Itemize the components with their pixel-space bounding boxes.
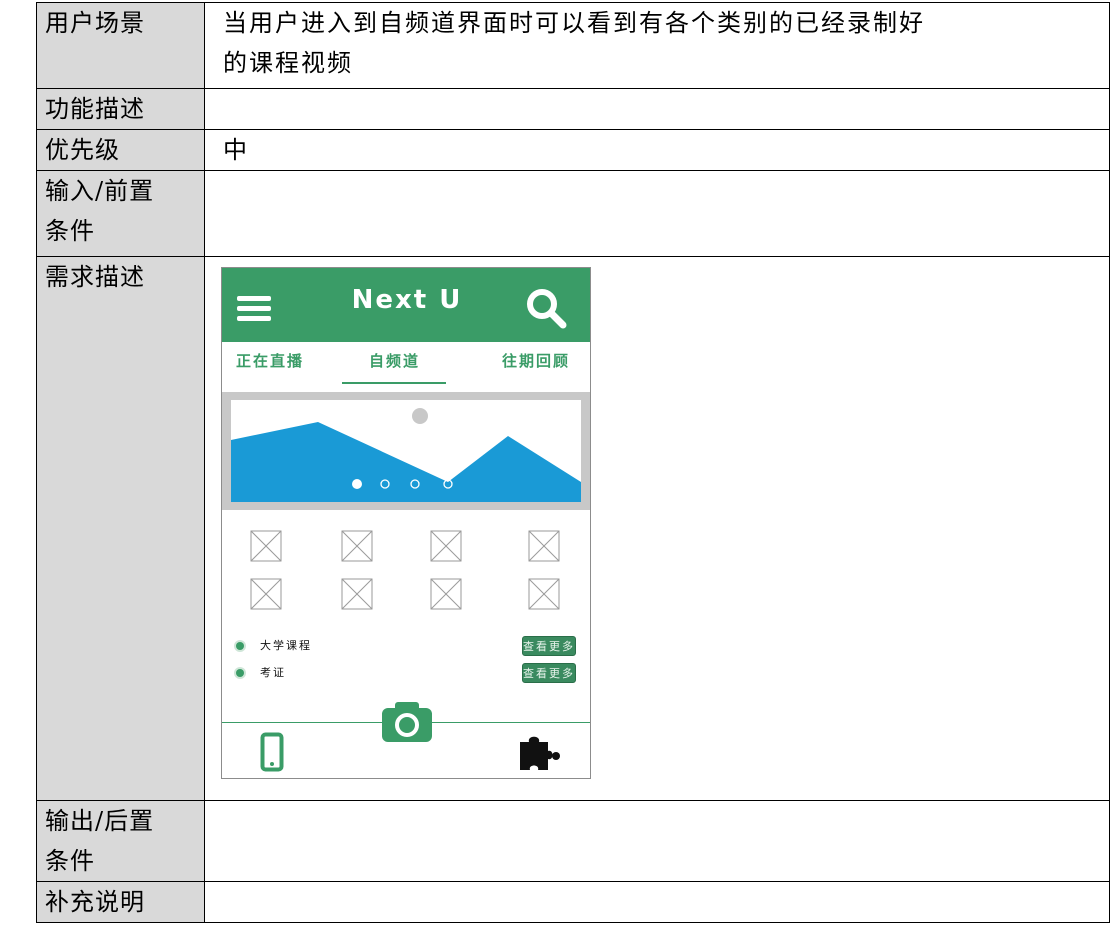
label-priority: 优先级 [36, 129, 205, 171]
label-function-desc: 功能描述 [36, 88, 205, 130]
image-placeholder-icon[interactable] [430, 578, 462, 610]
category-row-certificate: 考证 查看更多 [236, 663, 576, 685]
value-output-postcondition [204, 800, 1110, 882]
view-more-button[interactable]: 查看更多 [522, 663, 576, 683]
tab-self-channel[interactable]: 自频道 [369, 350, 420, 372]
value-notes [204, 881, 1110, 923]
tab-past-review[interactable]: 往期回顾 [502, 350, 570, 372]
image-placeholder-icon[interactable] [341, 530, 373, 562]
row-notes: 补充说明 [36, 881, 1110, 923]
carousel-dot-1[interactable] [352, 479, 362, 489]
category-label: 考证 [260, 666, 286, 679]
row-function-desc: 功能描述 [36, 88, 1110, 130]
banner-image [231, 400, 581, 502]
image-placeholder-icon[interactable] [430, 530, 462, 562]
value-user-scenario-line-2: 的课程视频 [223, 49, 353, 77]
category-row-university: 大学课程 查看更多 [236, 636, 576, 658]
label-input-precondition-line-1: 输入/前置 [45, 177, 155, 205]
value-input-precondition [204, 170, 1110, 257]
label-notes: 补充说明 [36, 881, 205, 923]
puzzle-icon[interactable] [516, 730, 562, 772]
row-output-postcondition: 输出/后置 条件 [36, 800, 1110, 882]
row-priority: 优先级 中 [36, 129, 1110, 171]
search-icon[interactable] [525, 287, 567, 329]
app-bar: Next U [222, 268, 590, 342]
camera-icon[interactable] [382, 702, 432, 742]
label-input-precondition-line-2: 条件 [45, 217, 95, 245]
label-output-postcondition-line-2: 条件 [45, 847, 95, 875]
category-label: 大学课程 [260, 639, 312, 652]
value-user-scenario-line-1: 当用户进入到自频道界面时可以看到有各个类别的已经录制好 [223, 9, 925, 37]
image-placeholder-icon[interactable] [528, 578, 560, 610]
phone-icon[interactable] [260, 732, 284, 772]
label-requirement-desc: 需求描述 [36, 256, 205, 801]
label-output-postcondition-line-1: 输出/后置 [45, 807, 155, 835]
label-user-scenario: 用户场景 [36, 2, 205, 89]
label-input-precondition: 输入/前置 条件 [36, 170, 205, 257]
image-placeholder-icon[interactable] [250, 578, 282, 610]
app-title: Next U [351, 285, 463, 315]
row-requirement-desc: 需求描述 Next U 正在直播 自频道 往期回顾 大学课程 查看更多 考证 查… [36, 256, 1110, 801]
active-tab-indicator [342, 382, 446, 384]
image-placeholder-icon[interactable] [528, 530, 560, 562]
value-function-desc [204, 88, 1110, 130]
image-placeholder-icon[interactable] [250, 530, 282, 562]
row-input-precondition: 输入/前置 条件 [36, 170, 1110, 257]
banner-sun-shape [412, 408, 428, 424]
radio-dot-icon [236, 642, 244, 650]
value-user-scenario: 当用户进入到自频道界面时可以看到有各个类别的已经录制好 的课程视频 [204, 2, 1110, 89]
tab-live[interactable]: 正在直播 [236, 350, 304, 372]
row-user-scenario: 用户场景 当用户进入到自频道界面时可以看到有各个类别的已经录制好 的课程视频 [36, 2, 1110, 89]
requirement-table: 用户场景 当用户进入到自频道界面时可以看到有各个类别的已经录制好 的课程视频 功… [36, 2, 1110, 923]
phone-mockup: Next U 正在直播 自频道 往期回顾 大学课程 查看更多 考证 查看更多 [221, 267, 591, 779]
label-output-postcondition: 输出/后置 条件 [36, 800, 205, 882]
menu-icon[interactable] [237, 296, 271, 322]
image-placeholder-icon[interactable] [341, 578, 373, 610]
view-more-button[interactable]: 查看更多 [522, 636, 576, 656]
banner-carousel[interactable] [222, 392, 590, 510]
value-priority: 中 [204, 129, 1110, 171]
value-requirement-desc: Next U 正在直播 自频道 往期回顾 大学课程 查看更多 考证 查看更多 [204, 256, 1110, 801]
radio-dot-icon [236, 669, 244, 677]
